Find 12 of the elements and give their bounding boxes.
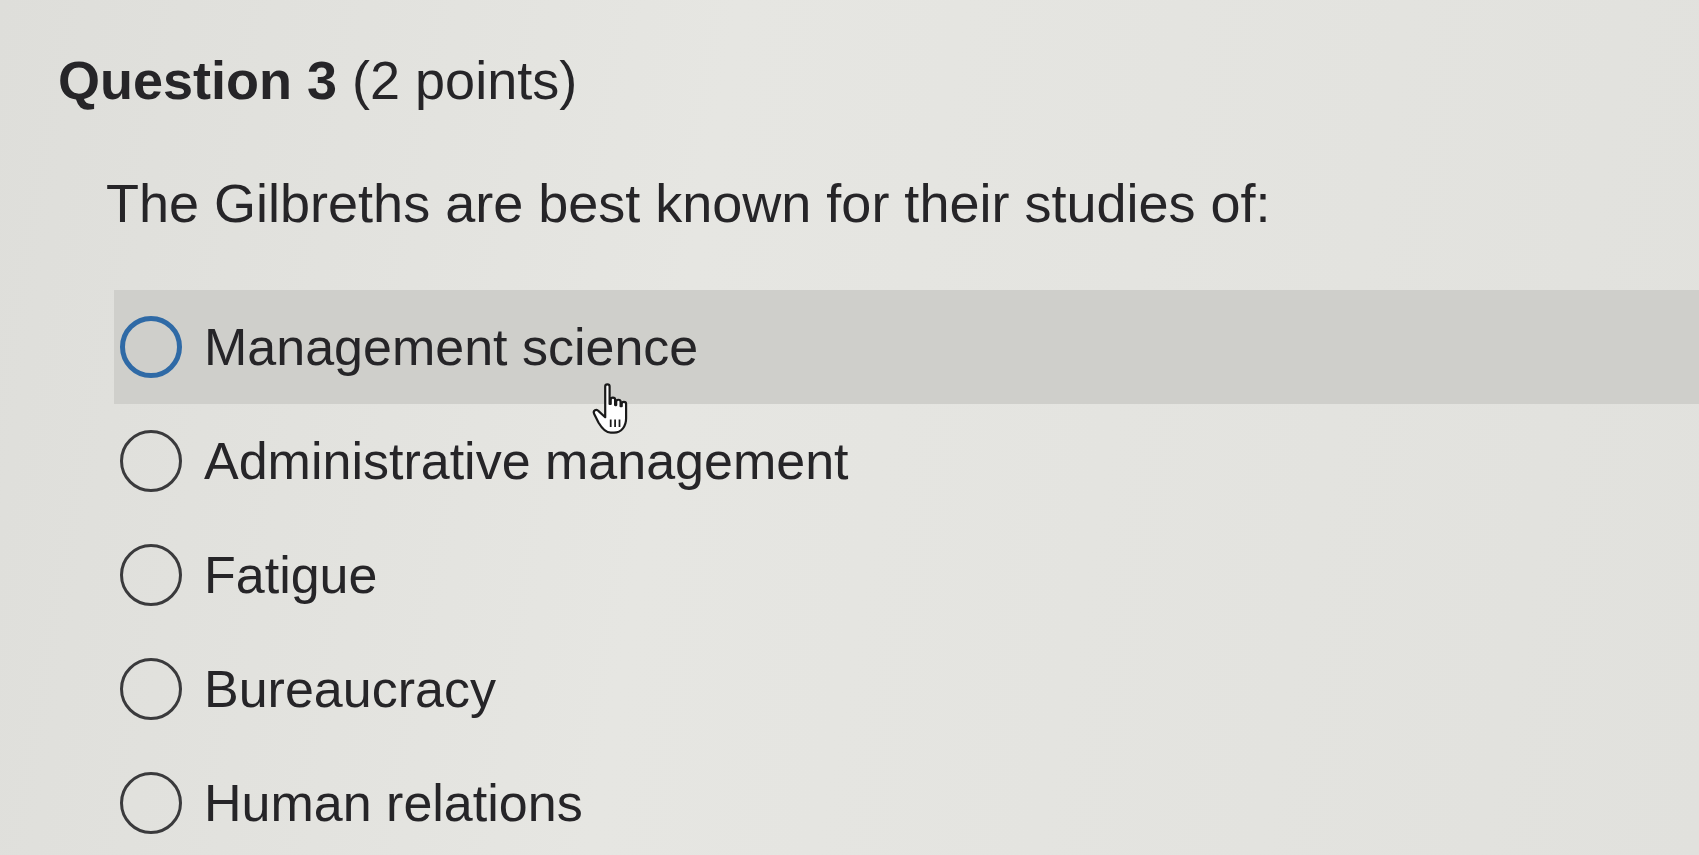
option-label[interactable]: Administrative management xyxy=(204,430,849,492)
radio-button[interactable] xyxy=(120,430,182,492)
radio-button[interactable] xyxy=(120,772,182,834)
radio-button[interactable] xyxy=(120,658,182,720)
option-label[interactable]: Fatigue xyxy=(204,544,378,606)
option-label[interactable]: Human relations xyxy=(204,772,583,834)
option-label[interactable]: Management science xyxy=(204,316,699,378)
radio-button[interactable] xyxy=(120,316,182,378)
question-title: Question 3 (2 points) xyxy=(58,49,579,112)
radio-button[interactable] xyxy=(120,544,182,606)
question-text: The Gilbreths are best known for their studies of: xyxy=(106,172,1272,235)
option-label[interactable]: Bureaucracy xyxy=(204,658,496,720)
